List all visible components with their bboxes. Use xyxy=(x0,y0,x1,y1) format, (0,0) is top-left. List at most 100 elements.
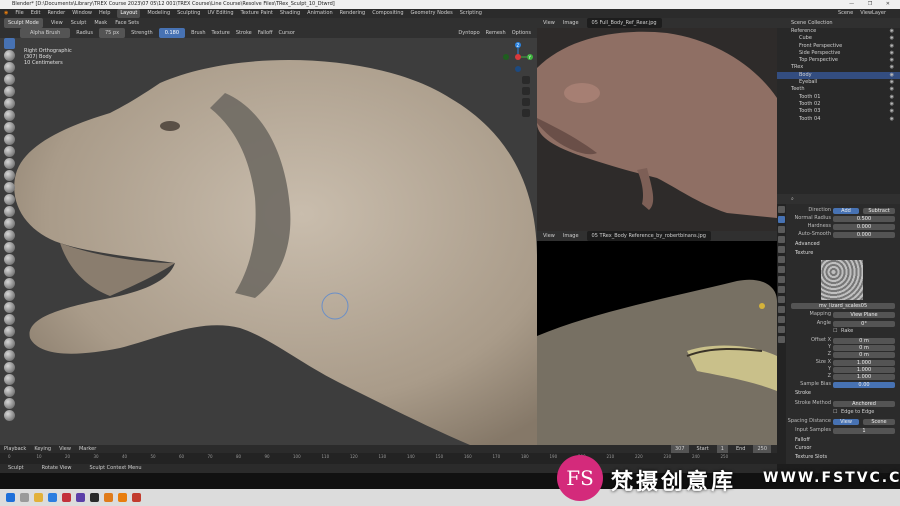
draw-sharp-brush-icon[interactable] xyxy=(4,50,15,61)
visibility-icon[interactable]: ◉ xyxy=(890,57,896,64)
image-editor-bottom[interactable]: View Image 05 TRex_Body Reference_by_rob… xyxy=(537,231,777,445)
menu-render[interactable]: Render xyxy=(47,9,65,18)
world-tab-icon[interactable] xyxy=(778,256,785,263)
visibility-icon[interactable]: ◉ xyxy=(890,94,896,101)
elastic-deform-brush-icon[interactable] xyxy=(4,230,15,241)
options-dropdown[interactable]: Options xyxy=(512,28,531,38)
strength-field[interactable]: 0.180 xyxy=(158,28,186,38)
nudge-brush-icon[interactable] xyxy=(4,278,15,289)
brush-dropdown[interactable]: Brush xyxy=(191,28,205,38)
box-hide-icon[interactable] xyxy=(4,410,15,421)
stroke-dropdown[interactable]: Stroke xyxy=(236,28,252,38)
workspace-tab-geometry-nodes[interactable]: Geometry Nodes xyxy=(411,9,453,18)
properties-search[interactable]: ⌕ xyxy=(777,194,900,204)
clay-strips-brush-icon[interactable] xyxy=(4,74,15,85)
simplify-brush-icon[interactable] xyxy=(4,338,15,349)
app-icon[interactable] xyxy=(76,493,85,502)
outliner-row-selected[interactable]: Body ◉ xyxy=(777,71,900,80)
constraints-tab-icon[interactable] xyxy=(778,306,785,313)
object-tab-icon[interactable] xyxy=(778,266,785,273)
multires-eraser-icon[interactable] xyxy=(4,374,15,385)
menu-edit[interactable]: Edit xyxy=(31,9,41,18)
app-icon[interactable] xyxy=(104,493,113,502)
workspace-tab-animation[interactable]: Animation xyxy=(307,9,333,18)
menu-mask[interactable]: Mask xyxy=(94,18,107,28)
flatten-brush-icon[interactable] xyxy=(4,158,15,169)
layer-brush-icon[interactable] xyxy=(4,98,15,109)
image-view-menu-top[interactable]: View xyxy=(543,18,555,28)
input-samples-field[interactable]: 1 xyxy=(833,427,895,434)
thumb-brush-icon[interactable] xyxy=(4,254,15,265)
sample-bias-slider[interactable]: 0.00 xyxy=(833,381,895,388)
menu-sculpt[interactable]: Sculpt xyxy=(71,18,87,28)
texture-name-field[interactable]: mv_lizard_scales05 xyxy=(791,302,895,309)
workspace-tab-compositing[interactable]: Compositing xyxy=(372,9,403,18)
start-menu-icon[interactable] xyxy=(6,493,15,502)
dyntopo-dropdown[interactable]: Dyntopo xyxy=(458,28,479,38)
image-image-menu-top[interactable]: Image xyxy=(563,18,579,28)
clay-thumb-brush-icon[interactable] xyxy=(4,86,15,97)
pose-brush-icon[interactable] xyxy=(4,266,15,277)
offset-y-field[interactable]: 0 m xyxy=(833,344,895,351)
multiplane-scrape-brush-icon[interactable] xyxy=(4,194,15,205)
advanced-section[interactable]: Advanced xyxy=(789,241,897,248)
mapping-dropdown[interactable]: View Plane xyxy=(833,311,895,318)
box-mask-icon[interactable] xyxy=(4,398,15,409)
workspace-tab-texture-paint[interactable]: Texture Paint xyxy=(241,9,273,18)
draw-face-sets-icon[interactable] xyxy=(4,362,15,373)
workspace-tab-sculpting[interactable]: Sculpting xyxy=(177,9,200,18)
crease-brush-icon[interactable] xyxy=(4,134,15,145)
outliner-row[interactable]: Tooth 01 ◉ xyxy=(777,94,900,101)
texture-dropdown[interactable]: Texture xyxy=(212,28,230,38)
spacing-view-button[interactable]: View xyxy=(833,418,859,425)
image-image-menu-bottom[interactable]: Image xyxy=(563,231,579,241)
draw-brush-icon[interactable] xyxy=(4,38,15,49)
stroke-method-dropdown[interactable]: Anchored xyxy=(833,400,895,407)
app-icon[interactable] xyxy=(132,493,141,502)
clay-brush-icon[interactable] xyxy=(4,62,15,73)
spacing-scene-button[interactable]: Scene xyxy=(863,418,895,425)
outliner-row[interactable]: Front Perspective ◉ xyxy=(777,43,900,50)
grid-icon[interactable] xyxy=(522,109,530,117)
workspace-tab-rendering[interactable]: Rendering xyxy=(340,9,366,18)
outliner-row[interactable]: Tooth 03 ◉ xyxy=(777,108,900,115)
outliner-row[interactable]: Cube ◉ xyxy=(777,35,900,42)
hardness-field[interactable]: 0.000 xyxy=(833,223,895,230)
visibility-icon[interactable]: ◉ xyxy=(890,79,896,86)
visibility-icon[interactable]: ◉ xyxy=(890,64,896,71)
pinch-brush-icon[interactable] xyxy=(4,206,15,217)
boundary-brush-icon[interactable] xyxy=(4,314,15,325)
search-icon[interactable] xyxy=(20,493,29,502)
workspace-tab-layout[interactable]: Layout xyxy=(117,9,141,18)
inflate-brush-icon[interactable] xyxy=(4,110,15,121)
texture-preview-thumbnail[interactable] xyxy=(821,260,863,300)
blob-brush-icon[interactable] xyxy=(4,122,15,133)
paint-brush-icon[interactable] xyxy=(4,386,15,397)
visibility-icon[interactable]: ◉ xyxy=(890,108,896,115)
outliner-row[interactable]: Tooth 04 ◉ xyxy=(777,116,900,123)
menu-file[interactable]: File xyxy=(15,9,23,18)
texture-section[interactable]: Texture xyxy=(789,250,897,257)
slide-relax-brush-icon[interactable] xyxy=(4,302,15,313)
workspace-tab-modeling[interactable]: Modeling xyxy=(147,9,170,18)
3d-viewport[interactable]: Right Orthographic (307) Body 10 Centime… xyxy=(0,38,537,445)
grab-brush-icon[interactable] xyxy=(4,218,15,229)
timeline-view-menu[interactable]: View xyxy=(59,445,71,453)
brush-selector[interactable]: Alpha Brush xyxy=(20,28,71,38)
cloth-brush-icon[interactable] xyxy=(4,326,15,337)
scene-tab-icon[interactable] xyxy=(778,246,785,253)
marker-menu[interactable]: Marker xyxy=(79,445,96,453)
fill-brush-icon[interactable] xyxy=(4,170,15,181)
image-file-selector-top[interactable]: 05 Full_Body_Ref_Rear.jpg xyxy=(586,18,662,28)
navigation-gizmo[interactable]: Z Y xyxy=(503,42,533,72)
falloff-dropdown[interactable]: Falloff xyxy=(258,28,273,38)
size-x-field[interactable]: 1.000 xyxy=(833,359,895,366)
offset-z-field[interactable]: 0 m xyxy=(833,351,895,358)
auto-smooth-field[interactable]: 0.000 xyxy=(833,231,895,238)
outliner-row[interactable]: Tooth 02 ◉ xyxy=(777,101,900,108)
data-tab-icon[interactable] xyxy=(778,316,785,323)
file-explorer-icon[interactable] xyxy=(34,493,43,502)
app-icon[interactable] xyxy=(90,493,99,502)
zoom-icon[interactable] xyxy=(522,76,530,84)
size-z-field[interactable]: 1.000 xyxy=(833,373,895,380)
